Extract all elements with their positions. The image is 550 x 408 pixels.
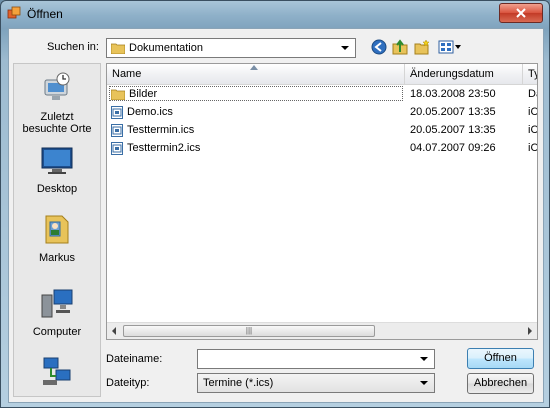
file-name: Testtermin.ics	[127, 124, 195, 136]
scrollbar-thumb[interactable]: |||	[123, 325, 375, 337]
file-type: iCa	[528, 142, 538, 154]
desktop-icon	[41, 147, 73, 174]
lookin-combo[interactable]: Dokumentation	[106, 38, 356, 58]
view-menu-button[interactable]	[437, 38, 463, 56]
chevron-down-icon[interactable]	[341, 46, 349, 50]
column-header-name[interactable]: Name	[107, 64, 405, 84]
file-date: 04.07.2007 09:26	[410, 142, 496, 154]
file-name: Demo.ics	[127, 106, 173, 118]
place-network[interactable]	[14, 354, 100, 394]
file-name-cell: Testtermin.ics	[111, 121, 194, 139]
place-user-label: Markus	[38, 252, 76, 264]
file-row[interactable]: Testtermin.ics 20.05.2007 13:35 iCa	[107, 121, 537, 139]
scroll-left-icon[interactable]	[112, 327, 116, 335]
sort-ascending-icon	[250, 65, 258, 70]
calendar-file-icon	[111, 105, 123, 119]
column-header-name-label: Name	[112, 68, 142, 80]
column-header-row: Name Änderungsdatum Ty	[107, 64, 537, 85]
folder-icon	[111, 43, 125, 54]
filename-label: Dateiname:	[106, 353, 163, 365]
new-folder-icon	[414, 39, 430, 55]
file-type: iCa	[528, 106, 538, 118]
file-list[interactable]: Name Änderungsdatum Ty	[106, 63, 538, 340]
up-folder-icon	[392, 39, 408, 55]
recent-places-icon	[44, 72, 70, 100]
place-desktop[interactable]: Desktop	[14, 143, 100, 195]
cancel-button[interactable]: Abbrechen	[467, 373, 534, 394]
back-arrow-icon	[371, 39, 387, 55]
file-type: iCa	[528, 124, 538, 136]
file-date: 20.05.2007 13:35	[410, 106, 496, 118]
place-computer[interactable]: Computer	[14, 286, 100, 338]
horizontal-scrollbar[interactable]: |||	[107, 322, 537, 339]
scroll-right-icon[interactable]	[528, 327, 532, 335]
place-computer-label: Computer	[32, 326, 82, 338]
column-header-date[interactable]: Änderungsdatum	[405, 64, 523, 84]
file-type: Da	[528, 88, 537, 100]
close-button[interactable]	[499, 3, 543, 23]
lookin-value: Dokumentation	[129, 42, 203, 54]
lookin-label: Suchen in:	[47, 41, 99, 53]
calendar-file-icon	[111, 141, 123, 155]
file-row[interactable]: Bilder 18.03.2008 23:50 Da	[107, 85, 537, 103]
file-name-cell: Demo.ics	[111, 103, 173, 121]
view-menu-icon	[438, 40, 461, 54]
dialog-window: Öffnen Suchen in: Dokumentation Zuletzt …	[0, 0, 550, 408]
new-folder-button[interactable]	[413, 38, 431, 56]
filetype-label: Dateityp:	[106, 377, 150, 389]
computer-icon	[41, 289, 73, 318]
folder-icon	[111, 89, 125, 100]
file-date: 20.05.2007 13:35	[410, 124, 496, 136]
file-name-cell: Bilder	[111, 85, 157, 103]
open-button[interactable]: Öffnen	[467, 348, 534, 369]
filetype-select[interactable]: Termine (*.ics)	[197, 373, 435, 393]
title-bar[interactable]: Öffnen	[1, 1, 549, 27]
column-header-date-label: Änderungsdatum	[410, 68, 494, 80]
close-icon	[516, 8, 526, 18]
calendar-file-icon	[111, 123, 123, 137]
file-name: Testtermin2.ics	[127, 142, 201, 154]
column-header-type-label: Ty	[528, 68, 537, 80]
up-folder-button[interactable]	[391, 38, 409, 56]
user-folder-icon	[45, 215, 69, 244]
back-button[interactable]	[370, 38, 388, 56]
dialog-client-area: Suchen in: Dokumentation Zuletzt besucht…	[8, 28, 544, 403]
place-recent-label-2: besuchte Orte	[22, 123, 92, 135]
network-icon	[43, 357, 71, 385]
filename-field[interactable]	[197, 349, 435, 369]
filetype-value: Termine (*.ics)	[203, 377, 274, 389]
app-icon	[7, 6, 21, 19]
file-row[interactable]: Testtermin2.ics 04.07.2007 09:26 iCa	[107, 139, 537, 157]
window-title: Öffnen	[27, 7, 63, 21]
file-row[interactable]: Demo.ics 20.05.2007 13:35 iCa	[107, 103, 537, 121]
place-recent-label-1: Zuletzt	[40, 111, 74, 123]
places-bar: Zuletzt besuchte Orte Desktop Markus Com…	[13, 63, 101, 397]
file-name: Bilder	[129, 88, 158, 100]
chevron-down-icon[interactable]	[420, 381, 428, 385]
column-header-type[interactable]: Ty	[523, 64, 537, 84]
place-desktop-label: Desktop	[36, 183, 78, 195]
file-name-cell: Testtermin2.ics	[111, 139, 200, 157]
chevron-down-icon[interactable]	[420, 357, 428, 361]
place-user[interactable]: Markus	[14, 212, 100, 264]
place-recent[interactable]: Zuletzt besuchte Orte	[14, 71, 100, 135]
file-date: 18.03.2008 23:50	[410, 88, 496, 100]
